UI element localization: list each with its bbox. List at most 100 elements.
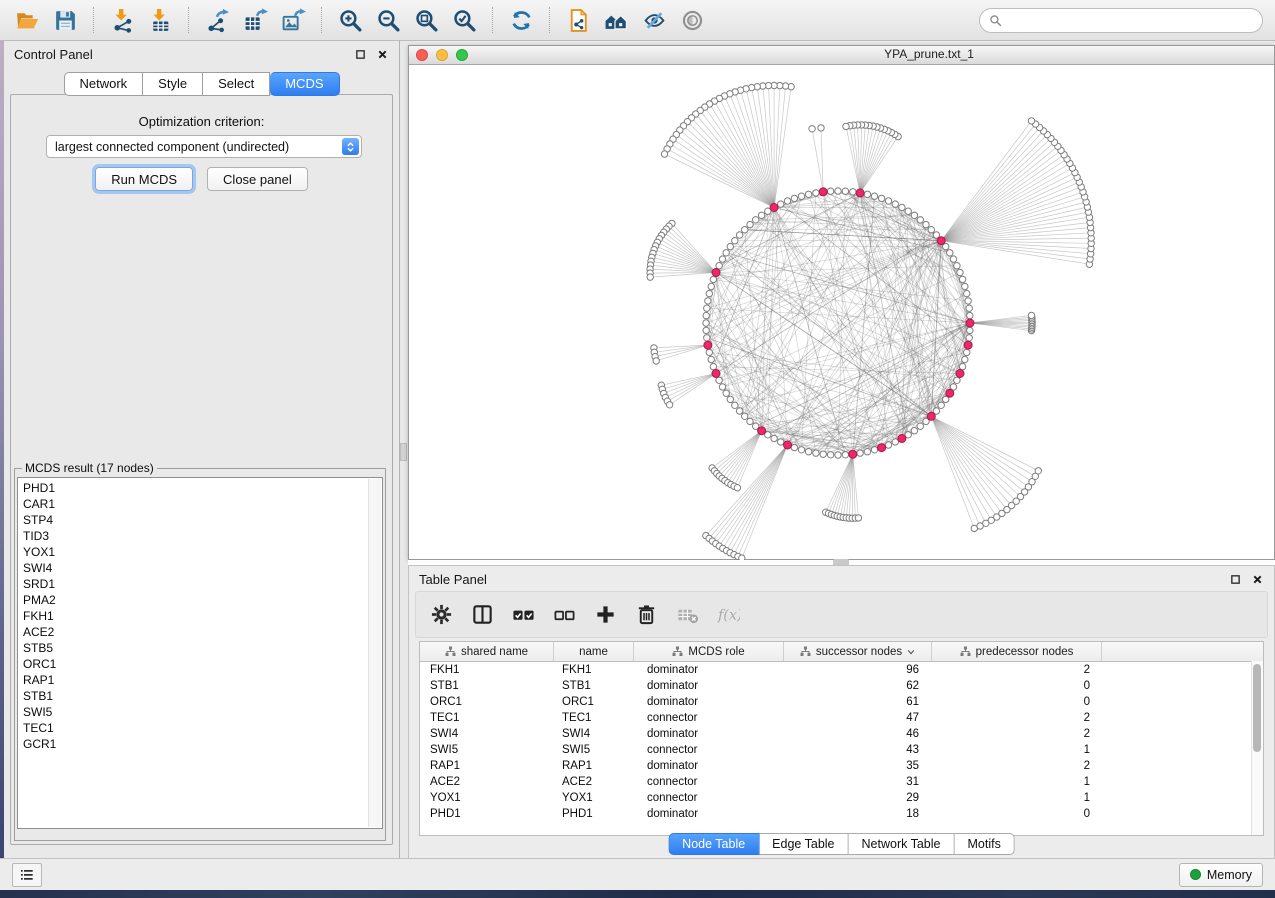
network-node[interactable] — [962, 356, 968, 362]
import-table-button[interactable] — [142, 4, 178, 36]
network-node[interactable] — [850, 189, 856, 195]
column-header-successor-nodes[interactable]: successor nodes — [784, 642, 932, 661]
network-node[interactable] — [871, 193, 877, 199]
network-node[interactable] — [809, 126, 815, 132]
dominator-node[interactable] — [964, 341, 972, 349]
network-node[interactable] — [917, 217, 923, 223]
network-node[interactable] — [878, 195, 884, 201]
tab-edge-table[interactable]: Edge Table — [759, 833, 848, 855]
dominator-node[interactable] — [898, 435, 906, 443]
mcds-result-item[interactable]: PMA2 — [23, 592, 368, 608]
network-node[interactable] — [706, 349, 712, 355]
network-node[interactable] — [666, 402, 672, 408]
tab-style[interactable]: Style — [143, 72, 203, 96]
tab-mcds[interactable]: MCDS — [270, 72, 339, 96]
mcds-result-item[interactable]: ACE2 — [23, 624, 368, 640]
network-node[interactable] — [857, 450, 863, 456]
network-node[interactable] — [827, 188, 833, 194]
network-node[interactable] — [892, 201, 898, 207]
show-columns-button[interactable] — [469, 602, 495, 628]
dominator-node[interactable] — [758, 427, 766, 435]
network-node[interactable] — [959, 363, 965, 369]
search-input[interactable] — [1008, 12, 1253, 28]
network-node[interactable] — [965, 298, 971, 304]
table-scrollbar-thumb[interactable] — [1253, 664, 1261, 752]
dominator-node[interactable] — [937, 237, 945, 245]
mcds-result-item[interactable]: STB5 — [23, 640, 368, 656]
network-node[interactable] — [791, 195, 797, 201]
network-node[interactable] — [736, 408, 742, 414]
window-maximize-icon[interactable] — [456, 49, 468, 61]
network-node[interactable] — [742, 413, 748, 419]
network-node[interactable] — [928, 227, 934, 233]
dominator-node[interactable] — [770, 204, 778, 212]
mcds-result-item[interactable]: STB1 — [23, 688, 368, 704]
network-node[interactable] — [827, 452, 833, 458]
dominator-node[interactable] — [946, 389, 954, 397]
mcds-result-item[interactable]: SRD1 — [23, 576, 368, 592]
mcds-result-item[interactable]: YOX1 — [23, 544, 368, 560]
mcds-result-item[interactable]: TEC1 — [23, 720, 368, 736]
network-node[interactable] — [842, 188, 848, 194]
window-close-icon[interactable] — [416, 49, 428, 61]
network-node[interactable] — [899, 204, 905, 210]
network-node[interactable] — [959, 276, 965, 282]
dominator-node[interactable] — [878, 444, 886, 452]
network-node[interactable] — [703, 312, 709, 318]
mcds-result-item[interactable]: GCR1 — [23, 736, 368, 752]
network-node[interactable] — [966, 335, 972, 341]
float-panel-button[interactable] — [354, 48, 367, 61]
dominator-node[interactable] — [956, 370, 964, 378]
dominator-node[interactable] — [704, 341, 712, 349]
network-node[interactable] — [923, 221, 929, 227]
network-node[interactable] — [716, 263, 722, 269]
network-node[interactable] — [1035, 468, 1041, 474]
zoom-out-button[interactable] — [370, 4, 406, 36]
network-node[interactable] — [967, 312, 973, 318]
export-image-button[interactable] — [275, 4, 311, 36]
network-node[interactable] — [771, 435, 777, 441]
mcds-result-item[interactable]: STP4 — [23, 512, 368, 528]
dominator-node[interactable] — [927, 412, 935, 420]
network-node[interactable] — [805, 191, 811, 197]
network-node[interactable] — [954, 377, 960, 383]
tab-network-table[interactable]: Network Table — [849, 833, 955, 855]
network-node[interactable] — [966, 305, 972, 311]
import-network-button[interactable] — [104, 4, 140, 36]
table-row[interactable]: TEC1TEC1connector472 — [420, 710, 1263, 726]
export-network-button[interactable] — [199, 4, 235, 36]
network-node[interactable] — [727, 243, 733, 249]
network-node[interactable] — [703, 327, 709, 333]
delete-columns-button[interactable] — [633, 602, 659, 628]
network-node[interactable] — [703, 320, 709, 326]
task-history-button[interactable] — [12, 863, 42, 887]
network-node[interactable] — [784, 198, 790, 204]
tab-node-table[interactable]: Node Table — [668, 833, 759, 855]
network-node[interactable] — [798, 193, 804, 199]
network-node[interactable] — [798, 447, 804, 453]
table-row[interactable]: FKH1FKH1dominator962 — [420, 662, 1263, 678]
zoom-selected-button[interactable] — [446, 4, 482, 36]
network-node[interactable] — [964, 290, 970, 296]
mcds-result-item[interactable]: SWI5 — [23, 704, 368, 720]
mcds-result-item[interactable]: TID3 — [23, 528, 368, 544]
network-node[interactable] — [962, 283, 968, 289]
network-titlebar[interactable]: YPA_prune.txt_1 — [409, 46, 1274, 65]
close-table-panel-button[interactable] — [1251, 573, 1264, 586]
network-node[interactable] — [950, 256, 956, 262]
tab-motifs[interactable]: Motifs — [954, 833, 1014, 855]
network-node[interactable] — [1028, 118, 1034, 124]
optimization-criterion-select[interactable]: largest connected component (undirected) — [46, 135, 362, 158]
network-file-button[interactable] — [560, 4, 596, 36]
network-node[interactable] — [747, 221, 753, 227]
dominator-node[interactable] — [966, 319, 974, 327]
network-node[interactable] — [706, 290, 712, 296]
table-row[interactable]: YOX1YOX1connector291 — [420, 790, 1263, 806]
network-node[interactable] — [716, 377, 722, 383]
memory-button[interactable]: Memory — [1179, 863, 1263, 887]
float-table-panel-button[interactable] — [1229, 573, 1242, 586]
network-node[interactable] — [747, 418, 753, 424]
show-details-button[interactable] — [674, 4, 710, 36]
network-node[interactable] — [864, 449, 870, 455]
network-node[interactable] — [911, 212, 917, 218]
